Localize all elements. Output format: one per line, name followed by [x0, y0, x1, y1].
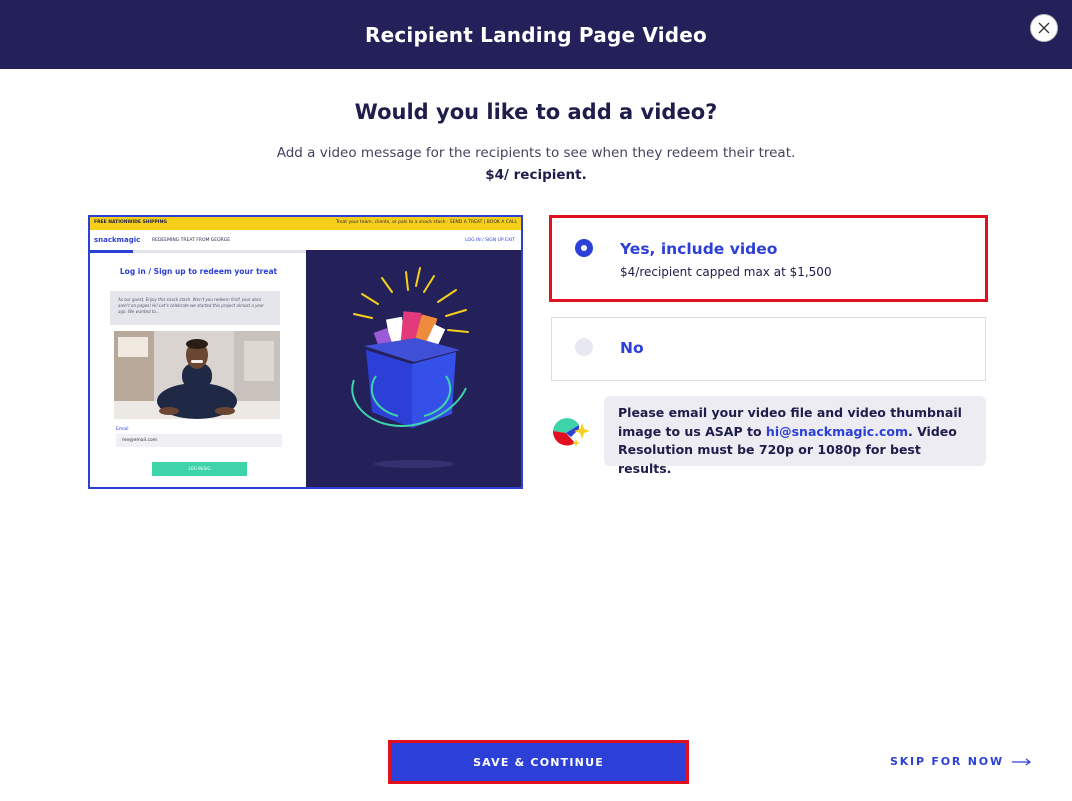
arrow-right-icon	[1011, 758, 1031, 765]
preview-nav-links: LOG IN / SIGN UP EXIT	[465, 238, 515, 243]
price-label: $4/ recipient.	[485, 167, 587, 183]
preview-heading: Log in / Sign up to redeem your treat	[119, 267, 278, 276]
radio-unselected[interactable]	[575, 338, 593, 356]
modal-header: Recipient Landing Page Video	[0, 0, 1072, 69]
preview-left-panel: Log in / Sign up to redeem your treat As…	[90, 253, 307, 487]
preview-message: As our guest, Enjoy this snack stash. Wo…	[110, 291, 280, 325]
radio-selected[interactable]	[575, 239, 593, 257]
option-yes-label: Yes, include video	[620, 240, 778, 258]
gift-box-illustration	[351, 267, 469, 468]
preview-banner-right: Treat your team, clients, or pals to a s…	[335, 220, 517, 225]
page-title: Would you like to add a video?	[354, 100, 718, 124]
skip-label: SKIP FOR NOW	[890, 755, 1004, 768]
close-icon	[1038, 22, 1050, 34]
video-instructions-note: Please email your video file and video t…	[604, 396, 986, 476]
snackmagic-sparkle-icon	[552, 418, 590, 447]
option-yes-include-video[interactable]: Yes, include video $4/recipient capped m…	[549, 215, 988, 302]
skip-for-now-link[interactable]: SKIP FOR NOW	[890, 755, 1032, 768]
preview-banner: FREE NATIONWIDE SHIPPING Treat your team…	[90, 217, 521, 230]
option-no-label: No	[620, 339, 644, 357]
preview-login-button: LOG IN/SIG	[152, 462, 247, 476]
preview-nav: snackmagic REDEEMING TREAT FROM GEORGE L…	[90, 230, 521, 251]
preview-video-thumbnail	[114, 331, 280, 419]
preview-email-label: Email	[116, 427, 129, 432]
preview-nav-text: REDEEMING TREAT FROM GEORGE	[152, 238, 231, 243]
preview-logo: snackmagic	[94, 236, 141, 244]
preview-banner-left: FREE NATIONWIDE SHIPPING	[94, 220, 167, 225]
modal-title: Recipient Landing Page Video	[364, 22, 707, 47]
landing-page-preview: FREE NATIONWIDE SHIPPING Treat your team…	[88, 215, 523, 489]
close-button[interactable]	[1030, 14, 1058, 42]
preview-illustration-panel	[306, 250, 521, 487]
option-yes-sublabel: $4/recipient capped max at $1,500	[620, 265, 832, 279]
page-subtitle: Add a video message for the recipients t…	[276, 145, 796, 161]
support-email-link[interactable]: hi@snackmagic.com	[766, 424, 908, 439]
option-no[interactable]: No	[551, 317, 986, 381]
preview-email-field: me@email.com	[116, 434, 282, 447]
save-continue-button[interactable]: SAVE & CONTINUE	[388, 740, 689, 784]
